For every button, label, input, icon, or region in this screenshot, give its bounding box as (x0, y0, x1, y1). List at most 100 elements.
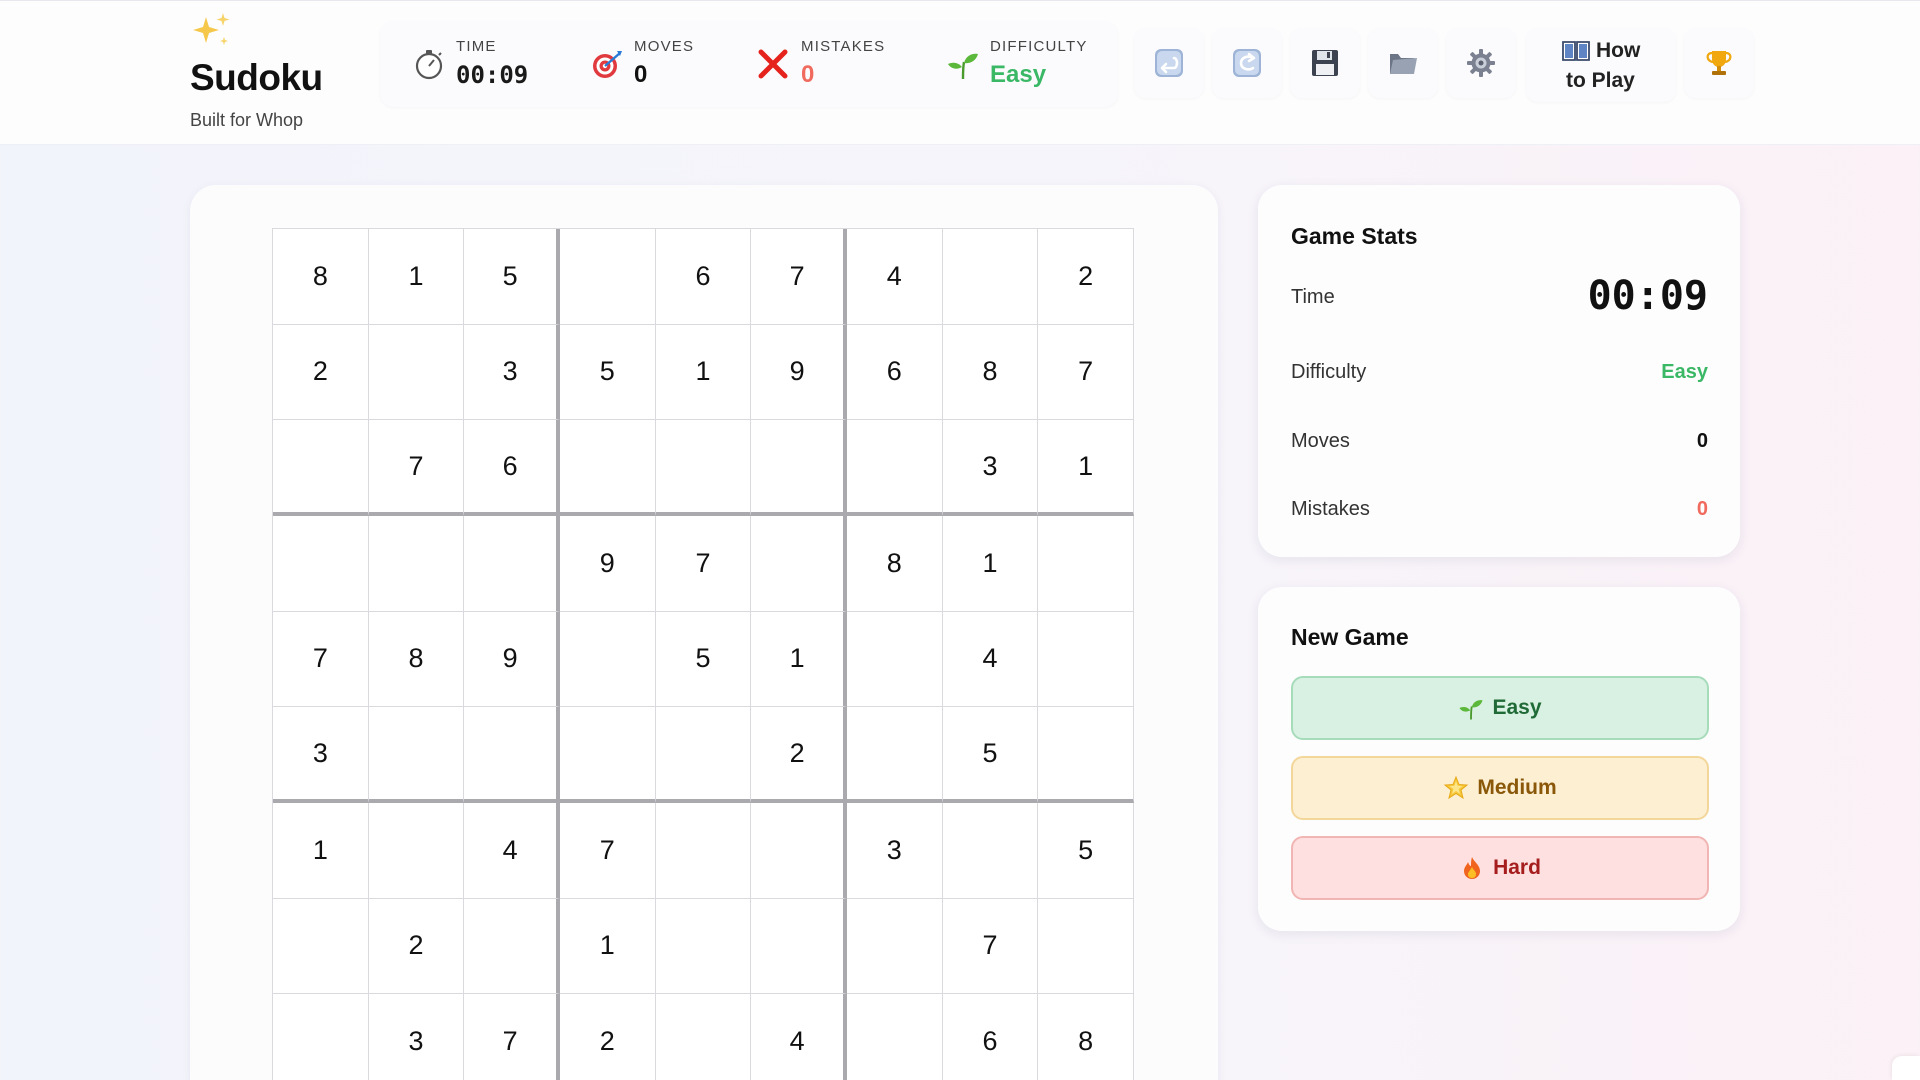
sudoku-cell-r6-c7[interactable] (846, 707, 943, 803)
sudoku-cell-r3-c6[interactable] (751, 420, 847, 516)
sudoku-cell-r4-c4[interactable]: 9 (559, 515, 656, 612)
sudoku-cell-r5-c7[interactable] (846, 611, 943, 708)
sudoku-cell-r9-c5[interactable] (655, 994, 752, 1080)
header-time-label: TIME (456, 38, 497, 55)
sudoku-cell-r8-c5[interactable] (655, 898, 752, 995)
settings-button[interactable] (1446, 28, 1516, 98)
sudoku-cell-r2-c2[interactable] (368, 324, 465, 421)
sudoku-cell-r2-c6[interactable]: 9 (751, 324, 847, 421)
sudoku-cell-r9-c3[interactable]: 7 (464, 994, 560, 1080)
sudoku-cell-r5-c5[interactable]: 5 (655, 611, 752, 708)
game-stats-card: Game Stats Time 00:09 Difficulty Easy Mo… (1258, 185, 1740, 557)
sudoku-cell-r1-c4[interactable] (559, 229, 656, 325)
sudoku-cell-r6-c5[interactable] (655, 707, 752, 803)
sudoku-cell-r4-c2[interactable] (368, 515, 465, 612)
new-game-easy-button[interactable]: Easy (1291, 676, 1709, 740)
sudoku-cell-r7-c4[interactable]: 7 (559, 802, 656, 899)
sudoku-cell-r9-c7[interactable] (846, 994, 943, 1080)
load-button[interactable] (1368, 28, 1438, 98)
sudoku-cell-r5-c6[interactable]: 1 (751, 611, 847, 708)
header-difficulty-value: Easy (990, 61, 1047, 88)
sudoku-cell-r3-c1[interactable] (273, 420, 369, 516)
sudoku-cell-r7-c1[interactable]: 1 (273, 802, 369, 899)
sudoku-cell-r3-c5[interactable] (655, 420, 752, 516)
sudoku-cell-r1-c7[interactable]: 4 (846, 229, 943, 325)
sudoku-cell-r9-c4[interactable]: 2 (559, 994, 656, 1080)
sudoku-cell-r8-c3[interactable] (464, 898, 560, 995)
sudoku-cell-r6-c1[interactable]: 3 (273, 707, 369, 803)
sudoku-cell-r9-c2[interactable]: 3 (368, 994, 465, 1080)
sudoku-cell-r1-c1[interactable]: 8 (273, 229, 369, 325)
sudoku-cell-r8-c9[interactable] (1038, 898, 1134, 995)
sudoku-cell-r2-c3[interactable]: 3 (464, 324, 560, 421)
sudoku-cell-r7-c3[interactable]: 4 (464, 802, 560, 899)
sudoku-cell-r4-c6[interactable] (751, 515, 847, 612)
sudoku-cell-r4-c8[interactable]: 1 (942, 515, 1039, 612)
open-book-icon (1562, 41, 1590, 61)
redo-arrow-icon (1233, 49, 1261, 77)
leaderboard-button[interactable] (1684, 28, 1754, 98)
sudoku-cell-r3-c7[interactable] (846, 420, 943, 516)
sudoku-cell-r4-c9[interactable] (1038, 515, 1134, 612)
sudoku-cell-r3-c3[interactable]: 6 (464, 420, 560, 516)
undo-arrow-icon (1155, 49, 1183, 77)
save-button[interactable] (1290, 28, 1360, 98)
sudoku-cell-r1-c5[interactable]: 6 (655, 229, 752, 325)
sudoku-cell-r8-c4[interactable]: 1 (559, 898, 656, 995)
sudoku-cell-r8-c2[interactable]: 2 (368, 898, 465, 995)
new-game-hard-button[interactable]: Hard (1291, 836, 1709, 900)
sudoku-cell-r5-c1[interactable]: 7 (273, 611, 369, 708)
sudoku-cell-r3-c4[interactable] (559, 420, 656, 516)
sudoku-cell-r6-c2[interactable] (368, 707, 465, 803)
folder-icon (1390, 54, 1417, 74)
how-to-play-button[interactable]: How to Play (1526, 28, 1676, 102)
sudoku-cell-r2-c7[interactable]: 6 (846, 324, 943, 421)
sudoku-cell-r9-c8[interactable]: 6 (942, 994, 1039, 1080)
sudoku-cell-r7-c7[interactable]: 3 (846, 802, 943, 899)
sudoku-cell-r1-c6[interactable]: 7 (751, 229, 847, 325)
sudoku-cell-r6-c6[interactable]: 2 (751, 707, 847, 803)
sudoku-cell-r4-c5[interactable]: 7 (655, 515, 752, 612)
sudoku-cell-r2-c8[interactable]: 8 (942, 324, 1039, 421)
sudoku-cell-r5-c9[interactable] (1038, 611, 1134, 708)
sudoku-cell-r3-c2[interactable]: 7 (368, 420, 465, 516)
sudoku-cell-r5-c8[interactable]: 4 (942, 611, 1039, 708)
sudoku-cell-r6-c8[interactable]: 5 (942, 707, 1039, 803)
sudoku-cell-r7-c6[interactable] (751, 802, 847, 899)
sudoku-cell-r6-c3[interactable] (464, 707, 560, 803)
sudoku-cell-r3-c9[interactable]: 1 (1038, 420, 1134, 516)
sudoku-cell-r5-c4[interactable] (559, 611, 656, 708)
sudoku-cell-r2-c9[interactable]: 7 (1038, 324, 1134, 421)
sudoku-cell-r5-c2[interactable]: 8 (368, 611, 465, 708)
sudoku-cell-r4-c1[interactable] (273, 515, 369, 612)
sudoku-cell-r9-c9[interactable]: 8 (1038, 994, 1134, 1080)
gear-icon (1467, 49, 1495, 77)
sudoku-cell-r2-c5[interactable]: 1 (655, 324, 752, 421)
sudoku-cell-r3-c8[interactable]: 3 (942, 420, 1039, 516)
sudoku-cell-r1-c3[interactable]: 5 (464, 229, 560, 325)
sudoku-cell-r1-c8[interactable] (942, 229, 1039, 325)
undo-button[interactable] (1134, 28, 1204, 98)
sudoku-cell-r1-c2[interactable]: 1 (368, 229, 465, 325)
sudoku-cell-r9-c1[interactable] (273, 994, 369, 1080)
sudoku-cell-r7-c8[interactable] (942, 802, 1039, 899)
new-game-medium-button[interactable]: Medium (1291, 756, 1709, 820)
sudoku-cell-r4-c3[interactable] (464, 515, 560, 612)
sudoku-cell-r8-c1[interactable] (273, 898, 369, 995)
sudoku-cell-r9-c6[interactable]: 4 (751, 994, 847, 1080)
sudoku-cell-r2-c4[interactable]: 5 (559, 324, 656, 421)
sudoku-cell-r8-c8[interactable]: 7 (942, 898, 1039, 995)
sudoku-cell-r7-c2[interactable] (368, 802, 465, 899)
trophy-icon (1706, 51, 1732, 75)
sudoku-cell-r5-c3[interactable]: 9 (464, 611, 560, 708)
sudoku-cell-r1-c9[interactable]: 2 (1038, 229, 1134, 325)
sudoku-cell-r6-c4[interactable] (559, 707, 656, 803)
sudoku-cell-r4-c7[interactable]: 8 (846, 515, 943, 612)
sudoku-cell-r8-c7[interactable] (846, 898, 943, 995)
sudoku-cell-r7-c5[interactable] (655, 802, 752, 899)
sudoku-cell-r6-c9[interactable] (1038, 707, 1134, 803)
redo-button[interactable] (1212, 28, 1282, 98)
sudoku-cell-r2-c1[interactable]: 2 (273, 324, 369, 421)
sudoku-cell-r7-c9[interactable]: 5 (1038, 802, 1134, 899)
sudoku-cell-r8-c6[interactable] (751, 898, 847, 995)
